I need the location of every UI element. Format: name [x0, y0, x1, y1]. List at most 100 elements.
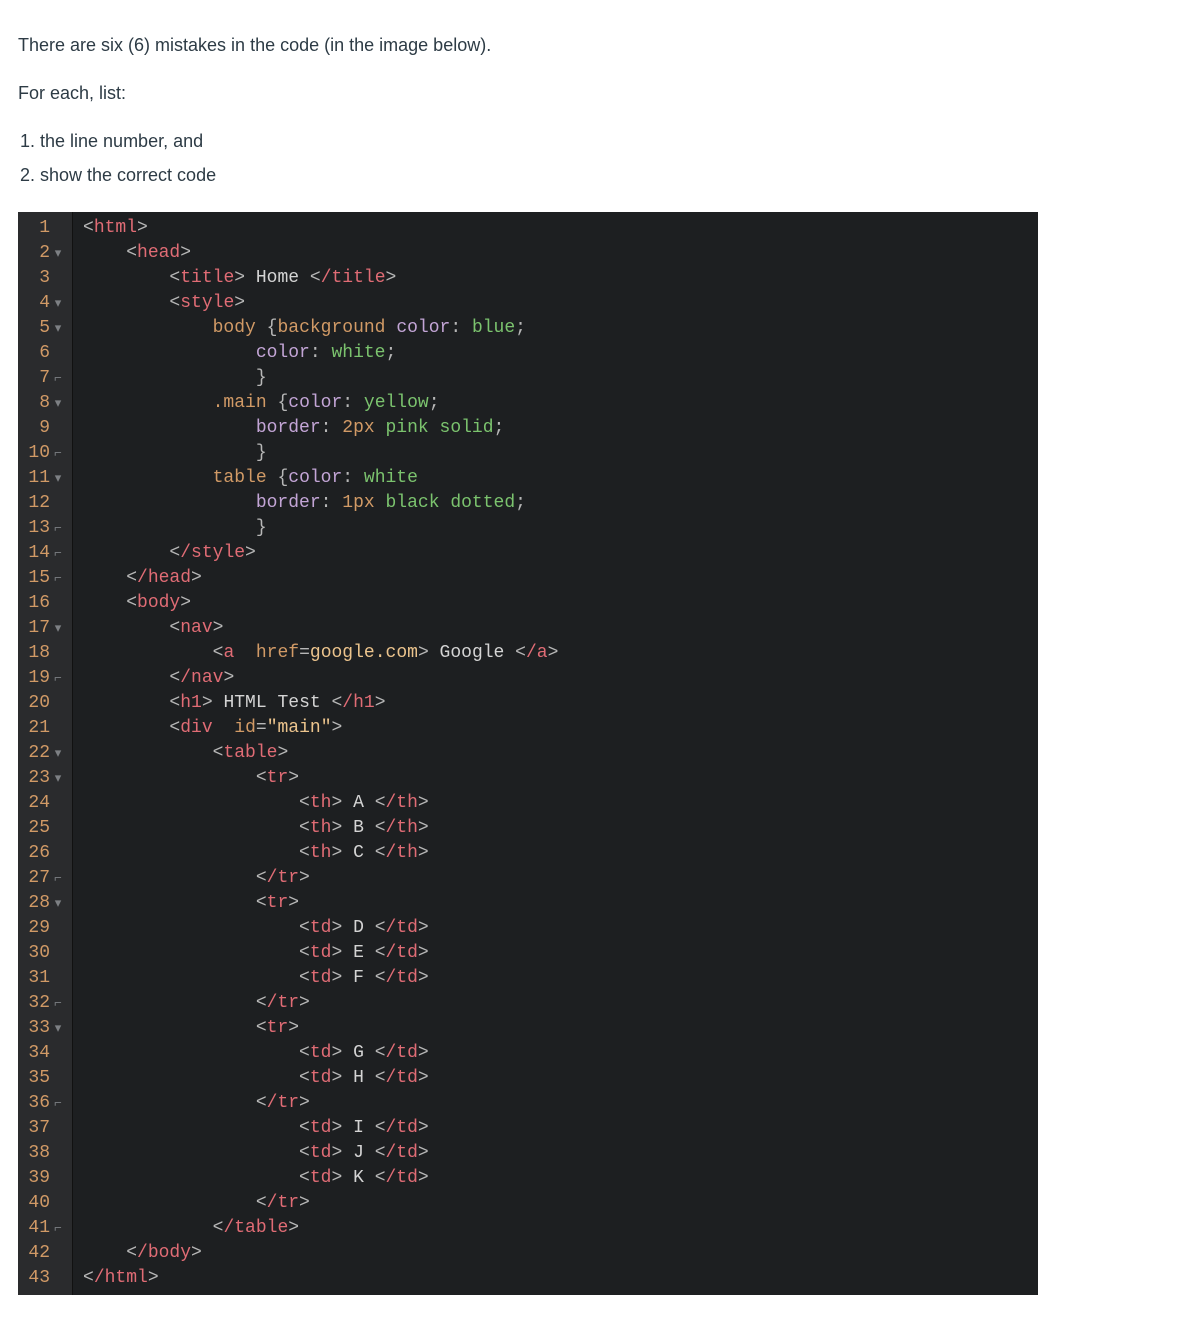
fold-icon[interactable]: ⌐: [50, 516, 66, 541]
gutter-row: 11▾: [24, 466, 66, 491]
gutter-row: 6: [24, 341, 66, 366]
line-number: 4: [24, 291, 50, 316]
gutter-row: 19⌐: [24, 666, 66, 691]
fold-icon[interactable]: ⌐: [50, 1216, 66, 1241]
gutter-row: 27⌐: [24, 866, 66, 891]
code-line: </table>: [83, 1216, 1038, 1241]
gutter-row: 41⌐: [24, 1216, 66, 1241]
fold-icon[interactable]: ▾: [50, 466, 66, 491]
gutter-row: 23▾: [24, 766, 66, 791]
fold-icon[interactable]: ▾: [50, 741, 66, 766]
gutter-row: 17▾: [24, 616, 66, 641]
line-number: 32: [24, 991, 50, 1016]
gutter-row: 33▾: [24, 1016, 66, 1041]
gutter-row: 14⌐: [24, 541, 66, 566]
fold-icon[interactable]: ⌐: [50, 366, 66, 391]
gutter-row: 32⌐: [24, 991, 66, 1016]
code-line: <td> H </td>: [83, 1066, 1038, 1091]
line-number: 25: [24, 816, 50, 841]
line-number: 36: [24, 1091, 50, 1116]
prompt-sub: For each, list:: [18, 80, 1182, 106]
code-line: body {background color: blue;: [83, 316, 1038, 341]
fold-icon[interactable]: ▾: [50, 241, 66, 266]
line-number: 6: [24, 341, 50, 366]
line-number: 35: [24, 1066, 50, 1091]
fold-icon[interactable]: ▾: [50, 1016, 66, 1041]
code-line: </tr>: [83, 1091, 1038, 1116]
line-number: 31: [24, 966, 50, 991]
code-line: <html>: [83, 216, 1038, 241]
fold-icon[interactable]: ▾: [50, 316, 66, 341]
code-line: <h1> HTML Test </h1>: [83, 691, 1038, 716]
line-number: 41: [24, 1216, 50, 1241]
line-number: 8: [24, 391, 50, 416]
line-number: 24: [24, 791, 50, 816]
prompt-li-2: show the correct code: [40, 162, 1182, 188]
code-line: .main {color: yellow;: [83, 391, 1038, 416]
line-number: 29: [24, 916, 50, 941]
gutter-row: 9: [24, 416, 66, 441]
prompt-li-1: the line number, and: [40, 128, 1182, 154]
code-line: }: [83, 441, 1038, 466]
fold-icon[interactable]: ⌐: [50, 1091, 66, 1116]
gutter-row: 35: [24, 1066, 66, 1091]
fold-icon[interactable]: ⌐: [50, 441, 66, 466]
gutter-row: 39: [24, 1166, 66, 1191]
gutter-row: 28▾: [24, 891, 66, 916]
fold-icon[interactable]: ⌐: [50, 566, 66, 591]
gutter-row: 18: [24, 641, 66, 666]
gutter-row: 13⌐: [24, 516, 66, 541]
fold-icon[interactable]: ⌐: [50, 991, 66, 1016]
line-number: 28: [24, 891, 50, 916]
code-line: <table>: [83, 741, 1038, 766]
line-number: 16: [24, 591, 50, 616]
code-line: border: 2px pink solid;: [83, 416, 1038, 441]
code-editor: 12▾34▾5▾67⌐8▾910⌐11▾1213⌐14⌐15⌐1617▾1819…: [18, 212, 1038, 1295]
gutter-row: 22▾: [24, 741, 66, 766]
fold-icon[interactable]: ⌐: [50, 866, 66, 891]
code-line: <td> K </td>: [83, 1166, 1038, 1191]
line-number: 39: [24, 1166, 50, 1191]
line-number: 38: [24, 1141, 50, 1166]
code-line: </head>: [83, 566, 1038, 591]
code-line: </body>: [83, 1241, 1038, 1266]
line-number: 18: [24, 641, 50, 666]
code-line: </tr>: [83, 866, 1038, 891]
gutter-row: 7⌐: [24, 366, 66, 391]
fold-icon[interactable]: ▾: [50, 616, 66, 641]
code-line: </style>: [83, 541, 1038, 566]
gutter-row: 31: [24, 966, 66, 991]
gutter-row: 25: [24, 816, 66, 841]
gutter-row: 30: [24, 941, 66, 966]
code-line: <th> B </th>: [83, 816, 1038, 841]
gutter-row: 8▾: [24, 391, 66, 416]
gutter-row: 38: [24, 1141, 66, 1166]
gutter-row: 20: [24, 691, 66, 716]
prompt-intro: There are six (6) mistakes in the code (…: [18, 32, 1182, 58]
fold-icon[interactable]: ▾: [50, 891, 66, 916]
fold-icon[interactable]: ▾: [50, 766, 66, 791]
code-line: <td> D </td>: [83, 916, 1038, 941]
gutter-row: 4▾: [24, 291, 66, 316]
gutter-row: 42: [24, 1241, 66, 1266]
fold-icon[interactable]: ⌐: [50, 541, 66, 566]
fold-icon[interactable]: ▾: [50, 391, 66, 416]
gutter-row: 1: [24, 216, 66, 241]
gutter-row: 10⌐: [24, 441, 66, 466]
fold-icon[interactable]: ▾: [50, 291, 66, 316]
gutter-row: 24: [24, 791, 66, 816]
gutter-row: 21: [24, 716, 66, 741]
gutter-row: 36⌐: [24, 1091, 66, 1116]
line-number: 1: [24, 216, 50, 241]
gutter-row: 43: [24, 1266, 66, 1291]
code-line: </nav>: [83, 666, 1038, 691]
gutter-row: 16: [24, 591, 66, 616]
code-area: <html> <head> <title> Home </title> <sty…: [73, 212, 1038, 1295]
line-number: 9: [24, 416, 50, 441]
fold-icon[interactable]: ⌐: [50, 666, 66, 691]
gutter-row: 5▾: [24, 316, 66, 341]
gutter-row: 34: [24, 1041, 66, 1066]
code-line: }: [83, 366, 1038, 391]
code-line: </tr>: [83, 1191, 1038, 1216]
line-number: 33: [24, 1016, 50, 1041]
